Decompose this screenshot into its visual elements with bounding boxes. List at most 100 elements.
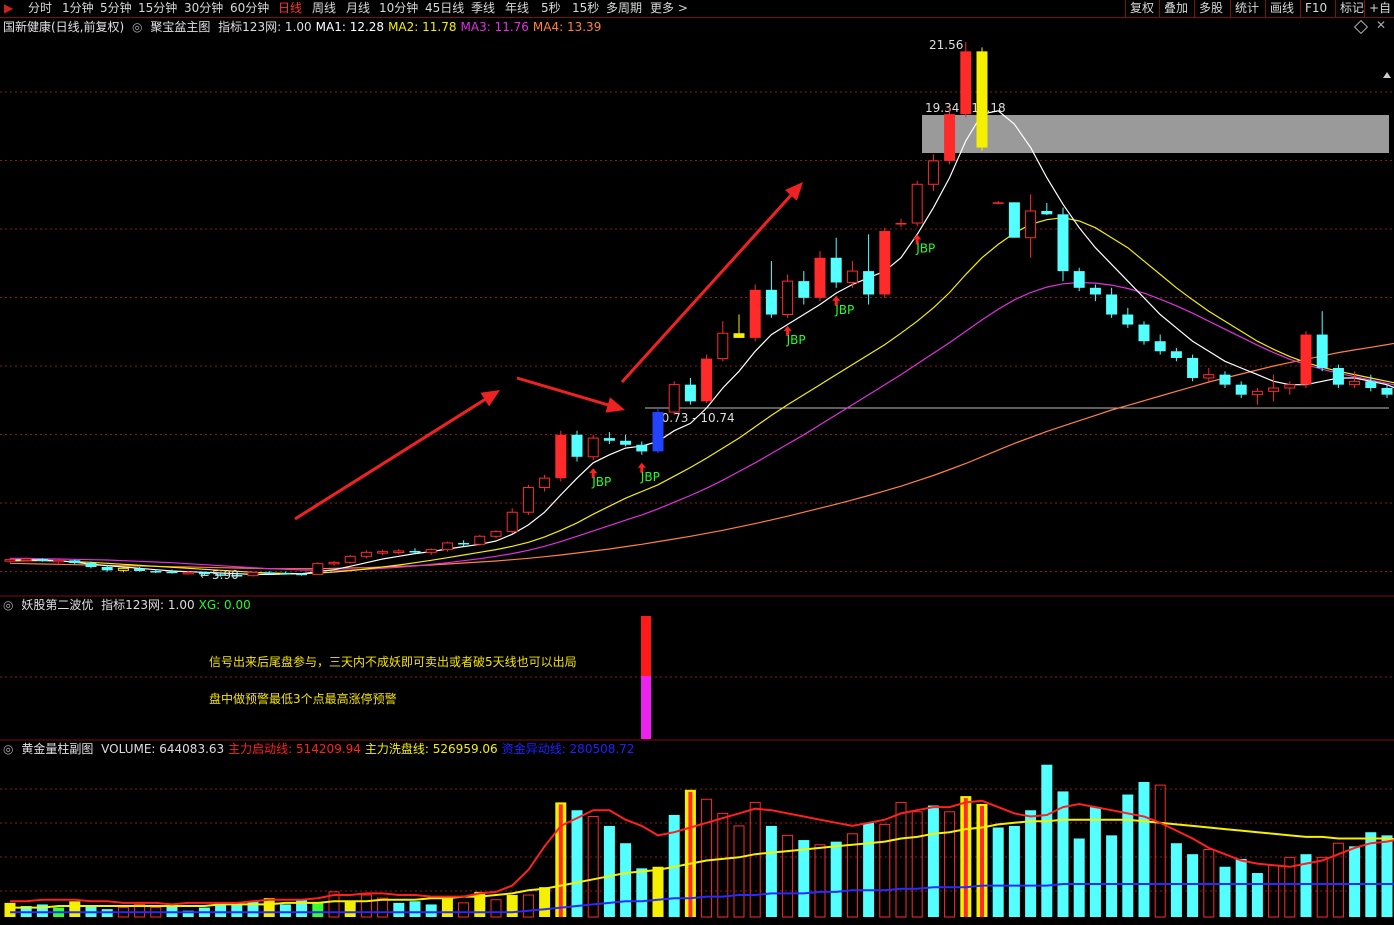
panel2-note-1: 信号出来后尾盘参与，三天内不成妖即可卖出或者破5天线也可以出局 (209, 655, 577, 669)
volume-bar (927, 805, 939, 917)
toolbar-btn-1[interactable]: 叠加 (1159, 0, 1192, 17)
candle-body (765, 289, 777, 315)
volume-bar (441, 898, 453, 917)
candle-body (1365, 381, 1377, 388)
candle-body (620, 440, 632, 445)
candle-body (717, 332, 729, 360)
tab-0[interactable]: 分时 (28, 0, 52, 17)
high-label: 21.56 (929, 38, 963, 52)
tab-7[interactable]: 周线 (312, 0, 336, 17)
candle-body (1122, 314, 1134, 325)
tab-12[interactable]: 年线 (505, 0, 529, 17)
tab-6[interactable]: 日线 (278, 0, 302, 17)
tab-3[interactable]: 15分钟 (138, 0, 177, 17)
signal-bar-magenta (641, 676, 651, 739)
toolbar-btn-0[interactable]: 复权 (1125, 0, 1158, 17)
price-chart[interactable]: 19.34 - 18.1810.73 - 10.7421.56←5.90JBPJ… (0, 17, 1394, 597)
volume-bar-core (963, 798, 968, 917)
panel3-dropdown-icon[interactable]: ◎ (3, 742, 13, 756)
candle-body (976, 51, 988, 148)
candle-body (927, 160, 939, 185)
volume-bar (360, 894, 372, 918)
candle-body (1381, 387, 1393, 395)
volume-bar (587, 816, 599, 918)
volume-bar (814, 844, 826, 918)
tab-13[interactable]: 5秒 (541, 0, 561, 17)
volume-bar (458, 902, 470, 918)
candle-body (4, 559, 16, 562)
volume-bar (1251, 873, 1263, 917)
toolbar-btn-5[interactable]: F10 (1300, 0, 1331, 17)
candle-body (863, 271, 875, 295)
signal-label: JBP (591, 475, 611, 489)
volume-bar (1089, 807, 1101, 917)
volume-chart[interactable] (0, 757, 1394, 925)
candle-body (1284, 384, 1296, 389)
toolbar-btn-4[interactable]: 画线 (1265, 0, 1298, 17)
tab-9[interactable]: 10分钟 (379, 0, 418, 17)
volume-bar (1349, 846, 1361, 917)
candle-body (911, 183, 923, 224)
volume-bar (539, 887, 551, 917)
candle-body (312, 563, 324, 575)
volume-bar (506, 895, 518, 917)
tab-10[interactable]: 45日线 (425, 0, 464, 17)
candle-body (1025, 210, 1037, 239)
volume-bar (1154, 784, 1166, 918)
panel2-note-2: 盘中做预警最低3个点最高涨停预警 (209, 692, 397, 706)
volume-bar (409, 901, 421, 917)
candle-body (69, 560, 81, 563)
volume-bar (1316, 856, 1328, 918)
toolbar-btn-7[interactable]: +自 (1364, 0, 1394, 17)
tab-2[interactable]: 5分钟 (100, 0, 132, 17)
volume-bar (782, 834, 794, 918)
signal-panel[interactable] (0, 613, 1394, 741)
volume-bar (1073, 838, 1085, 917)
panel3-title[interactable]: 黄金量柱副图 (21, 742, 93, 756)
tab-15[interactable]: 多周期 (606, 0, 642, 17)
candle-body (1138, 324, 1150, 342)
volume-bar (992, 827, 1004, 917)
toolbar-btn-3[interactable]: 统计 (1230, 0, 1263, 17)
tab-4[interactable]: 30分钟 (184, 0, 223, 17)
panel2-dropdown-icon[interactable]: ◎ (3, 598, 13, 612)
volume-bar (344, 901, 356, 917)
candle-body (1008, 202, 1020, 238)
volume-bar (1235, 858, 1247, 917)
ma1-line (9, 110, 1394, 575)
candle-body (393, 550, 405, 553)
signal-label: JBP (915, 241, 935, 255)
panel2-title[interactable]: 妖股第二波优 (21, 598, 93, 612)
candle-body (555, 434, 567, 479)
tab-14[interactable]: 15秒 (572, 0, 599, 17)
tab-8[interactable]: 月线 (346, 0, 370, 17)
volume-bar (830, 841, 842, 917)
volume-bar (312, 902, 324, 917)
candle-body (1300, 334, 1312, 385)
candle-body (377, 551, 389, 554)
play-icon[interactable]: ▶ (4, 0, 13, 17)
tab-11[interactable]: 季线 (471, 0, 495, 17)
candle-body (1170, 351, 1182, 358)
volume-bar (701, 798, 713, 918)
tab-1[interactable]: 1分钟 (62, 0, 94, 17)
tab-16[interactable]: 更多 > (650, 0, 688, 17)
candle-body (328, 561, 340, 565)
candle-body (425, 549, 437, 553)
candle-body (85, 562, 97, 568)
signal-label: JBP (834, 303, 854, 317)
signal-label: JBP (640, 470, 660, 484)
volume-bar (765, 825, 777, 917)
toolbar-btn-2[interactable]: 多股 (1194, 0, 1227, 17)
candle-body (1203, 374, 1215, 379)
candle-body (1057, 214, 1069, 272)
panel3-info-line: ◎ 黄金量柱副图 VOLUME: 644083.63 主力启动线: 514209.… (3, 741, 642, 757)
tab-5[interactable]: 60分钟 (230, 0, 269, 17)
candle-body (441, 542, 453, 551)
low-arrow-icon: ← (200, 569, 209, 582)
candle-body (1316, 334, 1328, 368)
candle-body (749, 289, 761, 338)
volume-bar (1041, 764, 1053, 917)
panel3-value-3: 资金异动线: 280508.72 (501, 742, 635, 756)
candle-body (166, 571, 178, 574)
